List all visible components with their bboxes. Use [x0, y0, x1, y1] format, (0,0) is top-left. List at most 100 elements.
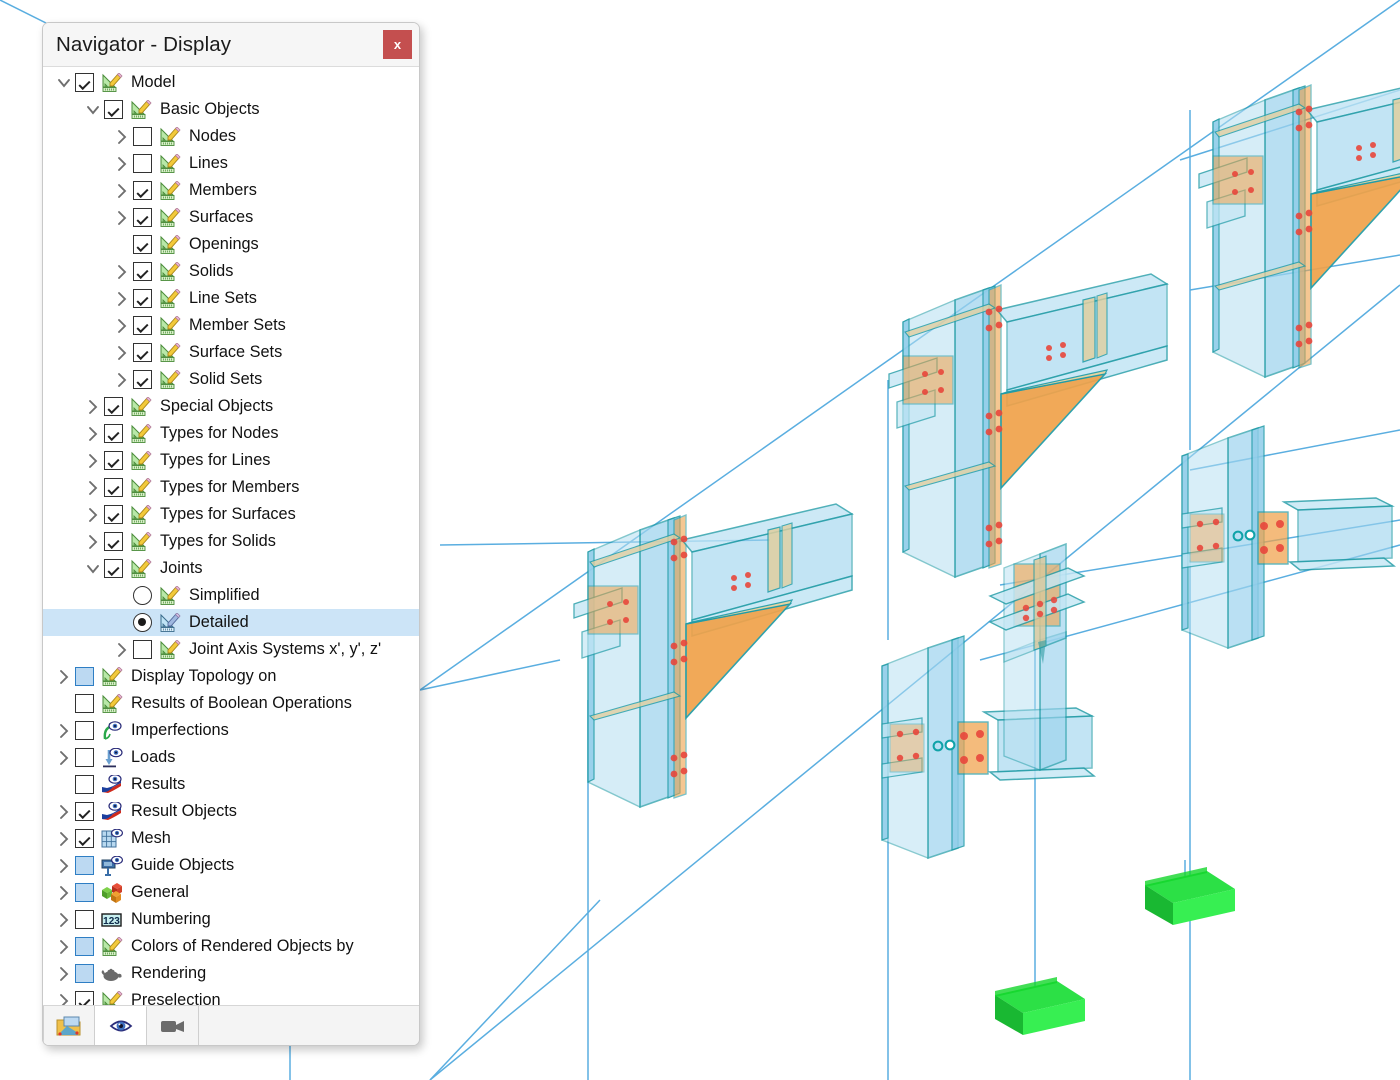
chevron-right-icon[interactable] — [111, 156, 133, 172]
checkbox-member-sets[interactable] — [133, 316, 152, 335]
tree-item-member-sets[interactable]: Member Sets — [43, 312, 419, 339]
tree-item-types-for-solids[interactable]: Types for Solids — [43, 528, 419, 555]
checkbox-imperfections[interactable] — [75, 721, 94, 740]
tree-item-joints[interactable]: Joints — [43, 555, 419, 582]
tree-item-results[interactable]: Results — [43, 771, 419, 798]
tree-item-special-objects[interactable]: Special Objects — [43, 393, 419, 420]
chevron-right-icon[interactable] — [82, 426, 104, 442]
checkbox-joints[interactable] — [104, 559, 123, 578]
tree-item-mesh[interactable]: Mesh — [43, 825, 419, 852]
checkbox-members[interactable] — [133, 181, 152, 200]
checkbox-results-of-boolean-operations[interactable] — [75, 694, 94, 713]
checkbox-solid-sets[interactable] — [133, 370, 152, 389]
display-navigator-tab[interactable] — [95, 1006, 147, 1045]
tree-item-detailed[interactable]: Detailed — [43, 609, 419, 636]
tree-item-general[interactable]: General — [43, 879, 419, 906]
checkbox-surfaces[interactable] — [133, 208, 152, 227]
chevron-right-icon[interactable] — [53, 858, 75, 874]
checkbox-types-for-members[interactable] — [104, 478, 123, 497]
radio-detailed[interactable] — [133, 613, 152, 632]
chevron-right-icon[interactable] — [53, 669, 75, 685]
tree-item-solids[interactable]: Solids — [43, 258, 419, 285]
chevron-right-icon[interactable] — [53, 804, 75, 820]
chevron-right-icon[interactable] — [82, 399, 104, 415]
tree-item-surfaces[interactable]: Surfaces — [43, 204, 419, 231]
navigator-titlebar[interactable]: Navigator - Display x — [43, 23, 419, 67]
tree-item-openings[interactable]: Openings — [43, 231, 419, 258]
checkbox-special-objects[interactable] — [104, 397, 123, 416]
checkbox-basic-objects[interactable] — [104, 100, 123, 119]
chevron-down-icon[interactable] — [82, 102, 104, 118]
checkbox-surface-sets[interactable] — [133, 343, 152, 362]
checkbox-results[interactable] — [75, 775, 94, 794]
tree-item-results-of-boolean-operations[interactable]: Results of Boolean Operations — [43, 690, 419, 717]
checkbox-types-for-solids[interactable] — [104, 532, 123, 551]
tree-item-types-for-members[interactable]: Types for Members — [43, 474, 419, 501]
tree-item-basic-objects[interactable]: Basic Objects — [43, 96, 419, 123]
tree-item-preselection[interactable]: Preselection — [43, 987, 419, 1005]
checkbox-openings[interactable] — [133, 235, 152, 254]
tree-item-numbering[interactable]: 123 Numbering — [43, 906, 419, 933]
checkbox-loads[interactable] — [75, 748, 94, 767]
chevron-right-icon[interactable] — [111, 318, 133, 334]
tree-item-rendering[interactable]: Rendering — [43, 960, 419, 987]
checkbox-general[interactable] — [75, 883, 94, 902]
chevron-right-icon[interactable] — [111, 264, 133, 280]
checkbox-nodes[interactable] — [133, 127, 152, 146]
checkbox-numbering[interactable] — [75, 910, 94, 929]
tree-item-members[interactable]: Members — [43, 177, 419, 204]
display-navigator-tree[interactable]: Model Basic Objects Nodes Lines Members Surfa… — [43, 67, 419, 1005]
chevron-right-icon[interactable] — [111, 642, 133, 658]
chevron-right-icon[interactable] — [111, 291, 133, 307]
checkbox-guide-objects[interactable] — [75, 856, 94, 875]
chevron-right-icon[interactable] — [111, 372, 133, 388]
checkbox-line-sets[interactable] — [133, 289, 152, 308]
checkbox-types-for-lines[interactable] — [104, 451, 123, 470]
chevron-right-icon[interactable] — [53, 723, 75, 739]
checkbox-rendering[interactable] — [75, 964, 94, 983]
chevron-right-icon[interactable] — [82, 453, 104, 469]
chevron-right-icon[interactable] — [82, 507, 104, 523]
chevron-right-icon[interactable] — [53, 885, 75, 901]
tree-item-imperfections[interactable]: Imperfections — [43, 717, 419, 744]
chevron-right-icon[interactable] — [111, 345, 133, 361]
chevron-right-icon[interactable] — [82, 480, 104, 496]
chevron-right-icon[interactable] — [111, 210, 133, 226]
chevron-down-icon[interactable] — [53, 75, 75, 91]
tree-item-surface-sets[interactable]: Surface Sets — [43, 339, 419, 366]
close-icon[interactable]: x — [383, 30, 412, 59]
tree-item-types-for-lines[interactable]: Types for Lines — [43, 447, 419, 474]
chevron-right-icon[interactable] — [53, 750, 75, 766]
tree-item-lines[interactable]: Lines — [43, 150, 419, 177]
tree-item-solid-sets[interactable]: Solid Sets — [43, 366, 419, 393]
checkbox-preselection[interactable] — [75, 991, 94, 1005]
checkbox-display-topology-on[interactable] — [75, 667, 94, 686]
chevron-right-icon[interactable] — [53, 993, 75, 1005]
chevron-right-icon[interactable] — [53, 966, 75, 982]
radio-simplified[interactable] — [133, 586, 152, 605]
tree-item-line-sets[interactable]: Line Sets — [43, 285, 419, 312]
checkbox-mesh[interactable] — [75, 829, 94, 848]
chevron-right-icon[interactable] — [82, 534, 104, 550]
checkbox-types-for-nodes[interactable] — [104, 424, 123, 443]
tree-item-simplified[interactable]: Simplified — [43, 582, 419, 609]
checkbox-result-objects[interactable] — [75, 802, 94, 821]
project-navigator-tab[interactable] — [43, 1006, 95, 1045]
tree-item-colors-of-rendered-objects-by[interactable]: Colors of Rendered Objects by — [43, 933, 419, 960]
checkbox-solids[interactable] — [133, 262, 152, 281]
checkbox-types-for-surfaces[interactable] — [104, 505, 123, 524]
checkbox-colors-of-rendered-objects-by[interactable] — [75, 937, 94, 956]
chevron-right-icon[interactable] — [53, 831, 75, 847]
chevron-right-icon[interactable] — [53, 912, 75, 928]
tree-item-model[interactable]: Model — [43, 69, 419, 96]
views-navigator-tab[interactable] — [147, 1006, 199, 1045]
checkbox-joint-axis-systems-x-y-z[interactable] — [133, 640, 152, 659]
tree-item-joint-axis-systems-x-y-z[interactable]: Joint Axis Systems x', y', z' — [43, 636, 419, 663]
tree-item-result-objects[interactable]: Result Objects — [43, 798, 419, 825]
chevron-right-icon[interactable] — [111, 183, 133, 199]
tree-item-display-topology-on[interactable]: Display Topology on — [43, 663, 419, 690]
chevron-right-icon[interactable] — [111, 129, 133, 145]
chevron-down-icon[interactable] — [82, 561, 104, 577]
checkbox-model[interactable] — [75, 73, 94, 92]
tree-item-types-for-nodes[interactable]: Types for Nodes — [43, 420, 419, 447]
